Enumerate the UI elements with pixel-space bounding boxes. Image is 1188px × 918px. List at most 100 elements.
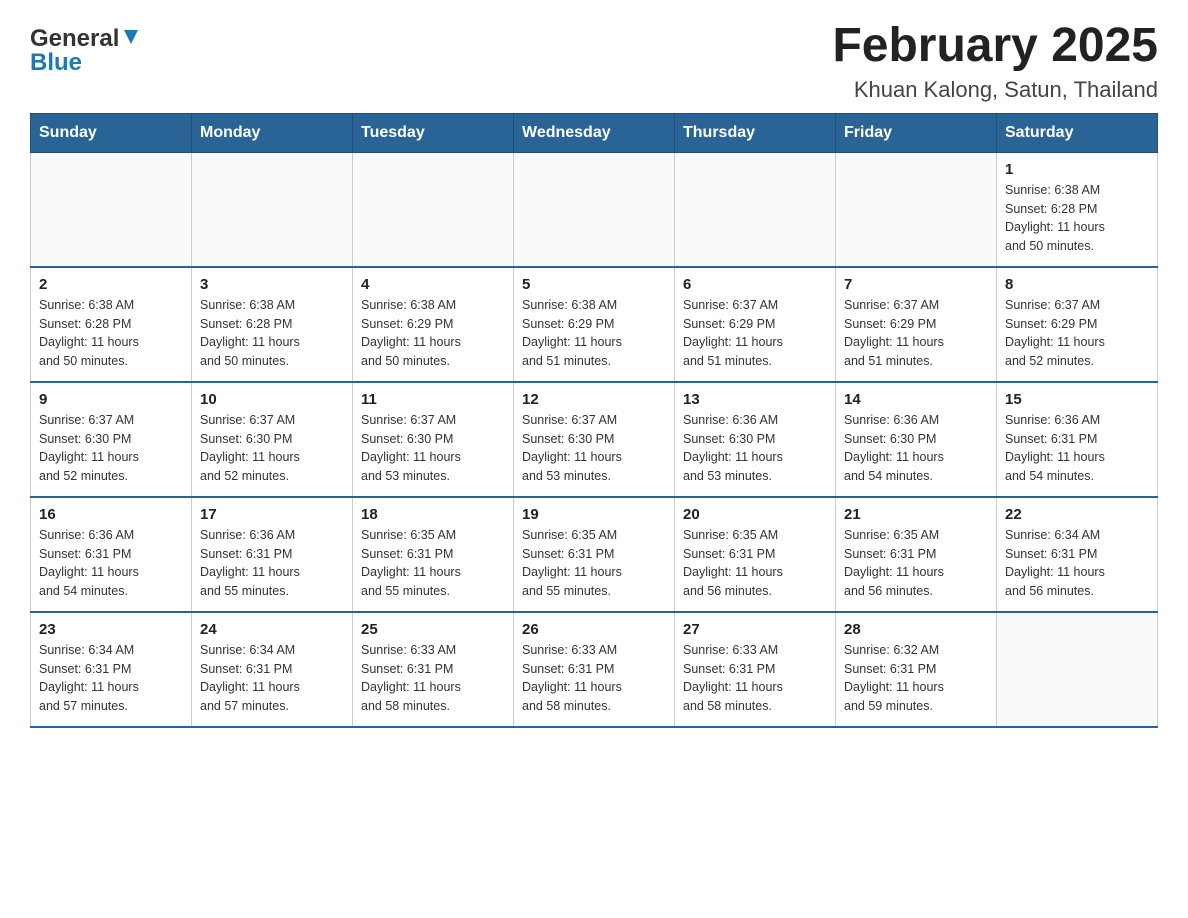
logo-triangle-icon <box>122 28 140 51</box>
day-info: Sunrise: 6:38 AM Sunset: 6:29 PM Dayligh… <box>522 296 666 371</box>
weekday-header-saturday: Saturday <box>997 113 1158 152</box>
calendar-day-cell: 13 Sunrise: 6:36 AM Sunset: 6:30 PM Dayli… <box>675 382 836 497</box>
calendar-day-cell: 15 Sunrise: 6:36 AM Sunset: 6:31 PM Dayli… <box>997 382 1158 497</box>
day-number: 20 <box>683 506 827 523</box>
day-number: 10 <box>200 391 344 408</box>
weekday-header-tuesday: Tuesday <box>353 113 514 152</box>
day-number: 16 <box>39 506 183 523</box>
day-info: Sunrise: 6:35 AM Sunset: 6:31 PM Dayligh… <box>361 526 505 601</box>
day-number: 18 <box>361 506 505 523</box>
calendar-day-cell: 5 Sunrise: 6:38 AM Sunset: 6:29 PM Daylig… <box>514 267 675 382</box>
day-number: 4 <box>361 276 505 293</box>
day-info: Sunrise: 6:34 AM Sunset: 6:31 PM Dayligh… <box>200 641 344 716</box>
calendar-day-cell: 18 Sunrise: 6:35 AM Sunset: 6:31 PM Dayli… <box>353 497 514 612</box>
calendar-day-cell: 2Sunrise: 6:38 AM Sunset: 6:28 PM Daylig… <box>31 267 192 382</box>
logo: General Blue <box>30 20 140 77</box>
calendar-week-row: 2 Sunrise: 6:38 AM Sunset: 6:28 PM Daylig… <box>31 267 1158 382</box>
day-info: Sunrise: 6:36 AM Sunset: 6:31 PM Dayligh… <box>1005 411 1149 486</box>
day-number: 17 <box>200 506 344 523</box>
calendar-week-row: 16 Sunrise: 6:36 AM Sunset: 6:31 PM Dayli… <box>31 497 1158 612</box>
calendar-day-cell: 6 Sunrise: 6:37 AM Sunset: 6:29 PM Daylig… <box>675 267 836 382</box>
day-info: Sunrise: 6:35 AM Sunset: 6:31 PM Dayligh… <box>844 526 988 601</box>
day-info: Sunrise: 6:35 AM Sunset: 6:31 PM Dayligh… <box>522 526 666 601</box>
calendar-day-cell: 12 Sunrise: 6:37 AM Sunset: 6:30 PM Dayli… <box>514 382 675 497</box>
weekday-header-wednesday: Wednesday <box>514 113 675 152</box>
day-info: Sunrise: 6:33 AM Sunset: 6:31 PM Dayligh… <box>361 641 505 716</box>
weekday-header-thursday: Thursday <box>675 113 836 152</box>
weekday-header-sunday: Sunday <box>31 113 192 152</box>
day-number: 25 <box>361 621 505 638</box>
weekday-header-row: SundayMondayTuesdayWednesdayThursdayFrid… <box>31 113 1158 152</box>
day-number: 3 <box>200 276 344 293</box>
calendar-table: SundayMondayTuesdayWednesdayThursdayFrid… <box>30 113 1158 728</box>
calendar-day-cell: 10 Sunrise: 6:37 AM Sunset: 6:30 PM Dayli… <box>192 382 353 497</box>
calendar-day-cell: 28 Sunrise: 6:32 AM Sunset: 6:31 PM Dayli… <box>836 612 997 727</box>
weekday-header-friday: Friday <box>836 113 997 152</box>
day-info: Sunrise: 6:36 AM Sunset: 6:31 PM Dayligh… <box>200 526 344 601</box>
page-subtitle: Khuan Kalong, Satun, Thailand <box>832 77 1158 103</box>
day-info: Sunrise: 6:37 AM Sunset: 6:29 PM Dayligh… <box>844 296 988 371</box>
day-number: 9 <box>39 391 183 408</box>
day-info: Sunrise: 6:38 AM Sunset: 6:29 PM Dayligh… <box>361 296 505 371</box>
day-number: 2 <box>39 276 183 293</box>
day-info: Sunrise: 6:35 AM Sunset: 6:31 PM Dayligh… <box>683 526 827 601</box>
calendar-day-cell <box>514 152 675 267</box>
day-number: 19 <box>522 506 666 523</box>
day-info: Sunrise: 6:37 AM Sunset: 6:30 PM Dayligh… <box>361 411 505 486</box>
calendar-day-cell: 25 Sunrise: 6:33 AM Sunset: 6:31 PM Dayli… <box>353 612 514 727</box>
day-info: Sunrise: 6:37 AM Sunset: 6:30 PM Dayligh… <box>522 411 666 486</box>
calendar-day-cell: 23Sunrise: 6:34 AM Sunset: 6:31 PM Dayli… <box>31 612 192 727</box>
calendar-day-cell: 4 Sunrise: 6:38 AM Sunset: 6:29 PM Daylig… <box>353 267 514 382</box>
day-number: 1 <box>1005 161 1149 178</box>
calendar-day-cell: 16Sunrise: 6:36 AM Sunset: 6:31 PM Dayli… <box>31 497 192 612</box>
calendar-day-cell: 1Sunrise: 6:38 AM Sunset: 6:28 PM Daylig… <box>997 152 1158 267</box>
day-number: 7 <box>844 276 988 293</box>
day-info: Sunrise: 6:33 AM Sunset: 6:31 PM Dayligh… <box>683 641 827 716</box>
calendar-day-cell: 8 Sunrise: 6:37 AM Sunset: 6:29 PM Daylig… <box>997 267 1158 382</box>
day-number: 22 <box>1005 506 1149 523</box>
calendar-day-cell: 24 Sunrise: 6:34 AM Sunset: 6:31 PM Dayli… <box>192 612 353 727</box>
day-number: 12 <box>522 391 666 408</box>
calendar-day-cell: 26 Sunrise: 6:33 AM Sunset: 6:31 PM Dayli… <box>514 612 675 727</box>
day-info: Sunrise: 6:36 AM Sunset: 6:30 PM Dayligh… <box>683 411 827 486</box>
day-number: 21 <box>844 506 988 523</box>
logo-blue-text: Blue <box>30 49 82 77</box>
day-info: Sunrise: 6:37 AM Sunset: 6:30 PM Dayligh… <box>39 411 183 486</box>
day-info: Sunrise: 6:32 AM Sunset: 6:31 PM Dayligh… <box>844 641 988 716</box>
calendar-day-cell: 22 Sunrise: 6:34 AM Sunset: 6:31 PM Dayli… <box>997 497 1158 612</box>
day-info: Sunrise: 6:38 AM Sunset: 6:28 PM Dayligh… <box>200 296 344 371</box>
calendar-day-cell <box>31 152 192 267</box>
calendar-day-cell: 17 Sunrise: 6:36 AM Sunset: 6:31 PM Dayli… <box>192 497 353 612</box>
title-block: February 2025 Khuan Kalong, Satun, Thail… <box>832 20 1158 103</box>
day-number: 28 <box>844 621 988 638</box>
day-info: Sunrise: 6:37 AM Sunset: 6:30 PM Dayligh… <box>200 411 344 486</box>
calendar-day-cell: 19 Sunrise: 6:35 AM Sunset: 6:31 PM Dayli… <box>514 497 675 612</box>
page-header: General Blue February 2025 Khuan Kalong,… <box>30 20 1158 103</box>
day-info: Sunrise: 6:37 AM Sunset: 6:29 PM Dayligh… <box>683 296 827 371</box>
calendar-day-cell <box>836 152 997 267</box>
calendar-day-cell <box>192 152 353 267</box>
day-info: Sunrise: 6:34 AM Sunset: 6:31 PM Dayligh… <box>1005 526 1149 601</box>
day-number: 15 <box>1005 391 1149 408</box>
calendar-day-cell: 14 Sunrise: 6:36 AM Sunset: 6:30 PM Dayli… <box>836 382 997 497</box>
day-info: Sunrise: 6:33 AM Sunset: 6:31 PM Dayligh… <box>522 641 666 716</box>
day-info: Sunrise: 6:37 AM Sunset: 6:29 PM Dayligh… <box>1005 296 1149 371</box>
calendar-day-cell: 3 Sunrise: 6:38 AM Sunset: 6:28 PM Daylig… <box>192 267 353 382</box>
calendar-day-cell: 9 Sunrise: 6:37 AM Sunset: 6:30 PM Daylig… <box>31 382 192 497</box>
day-number: 27 <box>683 621 827 638</box>
day-number: 13 <box>683 391 827 408</box>
day-number: 8 <box>1005 276 1149 293</box>
page-title: February 2025 <box>832 20 1158 73</box>
calendar-day-cell: 11Sunrise: 6:37 AM Sunset: 6:30 PM Dayli… <box>353 382 514 497</box>
weekday-header-monday: Monday <box>192 113 353 152</box>
calendar-day-cell <box>353 152 514 267</box>
calendar-week-row: 9 Sunrise: 6:37 AM Sunset: 6:30 PM Daylig… <box>31 382 1158 497</box>
day-number: 26 <box>522 621 666 638</box>
day-number: 14 <box>844 391 988 408</box>
day-number: 5 <box>522 276 666 293</box>
day-number: 24 <box>200 621 344 638</box>
day-number: 6 <box>683 276 827 293</box>
calendar-day-cell: 21 Sunrise: 6:35 AM Sunset: 6:31 PM Dayli… <box>836 497 997 612</box>
calendar-day-cell: 20 Sunrise: 6:35 AM Sunset: 6:31 PM Dayli… <box>675 497 836 612</box>
day-info: Sunrise: 6:36 AM Sunset: 6:30 PM Dayligh… <box>844 411 988 486</box>
